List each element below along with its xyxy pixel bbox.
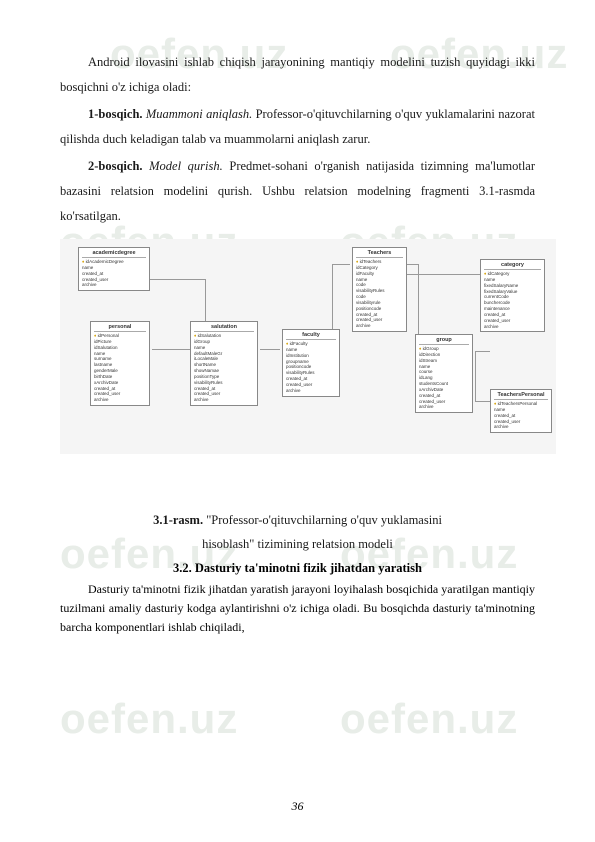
entity-title: group [419, 337, 469, 345]
entity-title: category [484, 262, 541, 270]
paragraph-intro: Android ilovasini ishlab chiqish jarayon… [60, 50, 535, 100]
watermark: oefen.uz [340, 695, 518, 743]
entity-title: TeachersPersonal [494, 392, 548, 400]
entity-faculty: faculty ♦ idFaculty name idInstitution g… [282, 329, 340, 397]
entity-salutation: salutation ♦ idSalutation idGroup name d… [190, 321, 258, 406]
entity-field: archive [82, 282, 146, 288]
entity-title: faculty [286, 332, 336, 340]
step1-lead: 1-bosqich. [88, 107, 143, 121]
step1-title: Muammoni aniqlash. [146, 107, 252, 121]
entity-field: archive [419, 404, 469, 410]
paragraph-step2: 2-bosqich. Model qurish. Predmet-sohani … [60, 154, 535, 229]
entity-field: idAcademicDegree [86, 259, 124, 264]
entity-field: archive [484, 324, 541, 330]
entity-field: idFaculty [290, 341, 308, 346]
section-heading: 3.2. Dasturiy ta'minotni fizik jihatdan … [60, 561, 535, 576]
page-number: 36 [0, 799, 595, 814]
entity-teachers: Teachers ♦ idTeachers idCategory idFacul… [352, 247, 407, 332]
entity-field: archive [356, 323, 403, 329]
entity-field: idTeachersPersonal [498, 401, 538, 406]
entity-title: Teachers [356, 250, 403, 258]
entity-field: archive [194, 397, 254, 403]
watermark: oefen.uz [60, 695, 238, 743]
step2-lead: 2-bosqich. [88, 159, 143, 173]
caption-text1: "Professor-o'qituvchilarning o'quv yukla… [203, 513, 442, 527]
caption-label: 3.1-rasm. [153, 513, 203, 527]
body-paragraph: Dasturiy ta'minotni fizik jihatdan yarat… [60, 580, 535, 638]
paragraph-step1: 1-bosqich. Muammoni aniqlash. Professor-… [60, 102, 535, 152]
figure-caption: 3.1-rasm. "Professor-o'qituvchilarning o… [60, 509, 535, 557]
caption-text2: hisoblash" tizimining relatsion modeli [202, 537, 393, 551]
entity-title: personal [94, 324, 146, 332]
entity-title: salutation [194, 324, 254, 332]
entity-field: idPersonal [98, 333, 119, 338]
entity-field: idTeachers [360, 259, 382, 264]
er-diagram: academicdegree ♦ idAcademicDegree name c… [60, 239, 556, 454]
entity-field: archive [286, 388, 336, 394]
entity-field: idSalutation [198, 333, 222, 338]
entity-teacherspersonal: TeachersPersonal ♦ idTeachersPersonal na… [490, 389, 552, 433]
entity-category: category ♦ idCategory name fixedSalaryNa… [480, 259, 545, 332]
entity-academicdegree: academicdegree ♦ idAcademicDegree name c… [78, 247, 150, 291]
entity-field: idGroup [423, 346, 439, 351]
entity-field: archive [94, 397, 146, 403]
page-content: Android ilovasini ishlab chiqish jarayon… [0, 0, 595, 667]
entity-personal: personal ♦ idPersonal idPicture idSaluta… [90, 321, 150, 406]
step2-title: Model qurish. [149, 159, 223, 173]
entity-field: idCategory [488, 271, 510, 276]
entity-field: archive [494, 424, 548, 430]
entity-group: group ♦ idGroup idDirection idStream nam… [415, 334, 473, 413]
entity-title: academicdegree [82, 250, 146, 258]
